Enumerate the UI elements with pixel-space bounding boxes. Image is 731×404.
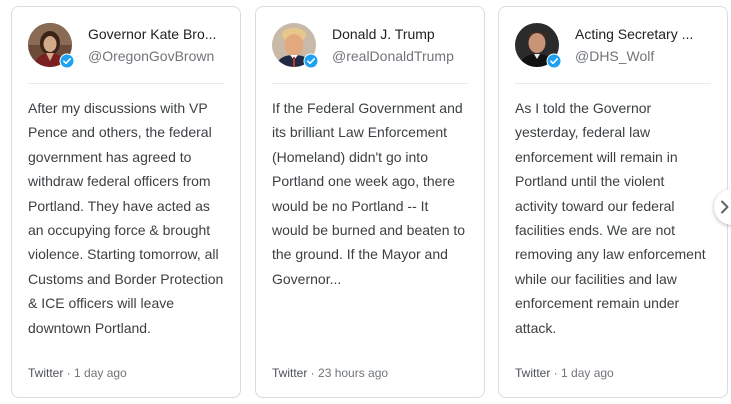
author-handle[interactable]: @realDonaldTrump — [332, 46, 468, 66]
tweet-footer: Twitter · 1 day ago — [28, 365, 224, 381]
author-handle[interactable]: @OregonGovBrown — [88, 46, 224, 66]
chevron-right-icon — [721, 200, 729, 214]
tweet-footer: Twitter · 1 day ago — [515, 365, 711, 381]
author-display-name[interactable]: Donald J. Trump — [332, 24, 468, 44]
avatar[interactable] — [28, 23, 75, 69]
tweet-carousel: Governor Kate Bro... @OregonGovBrown Aft… — [0, 0, 731, 404]
tweet-source: Twitter — [28, 366, 64, 380]
author-display-name[interactable]: Governor Kate Bro... — [88, 24, 224, 44]
tweet-card[interactable]: Donald J. Trump @realDonaldTrump If the … — [255, 6, 485, 398]
footer-separator: · — [63, 366, 75, 380]
verified-badge-icon — [59, 53, 75, 69]
tweet-card[interactable]: Governor Kate Bro... @OregonGovBrown Aft… — [11, 6, 241, 398]
tweet-time: 23 hours ago — [318, 366, 389, 380]
avatar[interactable] — [515, 23, 562, 69]
tweet-text[interactable]: If the Federal Government and its brilli… — [272, 96, 468, 364]
tweet-source: Twitter — [272, 366, 308, 380]
author-handle[interactable]: @DHS_Wolf — [575, 46, 711, 66]
author-info: Governor Kate Bro... @OregonGovBrown — [88, 24, 224, 66]
author-info: Donald J. Trump @realDonaldTrump — [332, 24, 468, 66]
tweet-footer: Twitter · 23 hours ago — [272, 365, 468, 381]
tweet-header: Governor Kate Bro... @OregonGovBrown — [28, 7, 224, 84]
footer-separator: · — [550, 366, 562, 380]
tweet-card[interactable]: Acting Secretary ... @DHS_Wolf As I told… — [498, 6, 728, 398]
author-display-name[interactable]: Acting Secretary ... — [575, 24, 711, 44]
author-info: Acting Secretary ... @DHS_Wolf — [575, 24, 711, 66]
tweet-source: Twitter — [515, 366, 551, 380]
tweet-text[interactable]: After my discussions with VP Pence and o… — [28, 96, 224, 364]
footer-separator: · — [307, 366, 319, 380]
tweet-time: 1 day ago — [561, 366, 614, 380]
verified-badge-icon — [303, 53, 319, 69]
verified-badge-icon — [546, 53, 562, 69]
tweet-header: Donald J. Trump @realDonaldTrump — [272, 7, 468, 84]
tweet-header: Acting Secretary ... @DHS_Wolf — [515, 7, 711, 84]
tweet-text[interactable]: As I told the Governor yesterday, federa… — [515, 96, 711, 364]
tweet-time: 1 day ago — [74, 366, 127, 380]
avatar[interactable] — [272, 23, 319, 69]
